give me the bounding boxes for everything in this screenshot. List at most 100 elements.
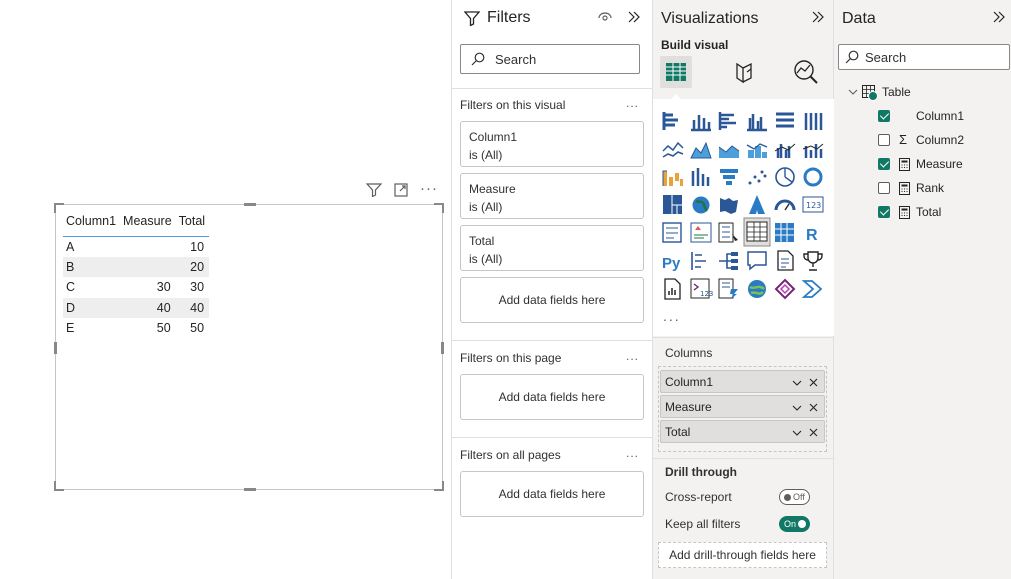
chevron-down-icon[interactable] bbox=[792, 376, 802, 390]
column-field-pill[interactable]: Total bbox=[660, 420, 825, 443]
field-checkbox[interactable] bbox=[878, 158, 890, 170]
collapse-pane-icon[interactable] bbox=[627, 10, 641, 27]
filter-icon[interactable] bbox=[365, 183, 383, 200]
qna-icon[interactable] bbox=[747, 251, 767, 271]
collapse-pane-icon[interactable] bbox=[992, 10, 1006, 27]
power-automate-visual-icon[interactable] bbox=[801, 280, 823, 298]
card-icon[interactable]: 123 bbox=[802, 196, 824, 213]
column-field-pill[interactable]: Measure bbox=[660, 395, 825, 418]
line-and-clustered-column-icon[interactable] bbox=[774, 143, 796, 158]
more-options-icon[interactable]: ... bbox=[626, 96, 639, 110]
table-icon-selected[interactable] bbox=[743, 217, 771, 247]
resize-handle-br[interactable] bbox=[434, 481, 444, 491]
keep-all-filters-toggle[interactable]: On bbox=[779, 516, 810, 532]
remove-field-icon[interactable] bbox=[809, 426, 818, 440]
goals-icon[interactable] bbox=[803, 251, 823, 271]
funnel-column-icon[interactable] bbox=[691, 168, 710, 186]
focus-mode-icon[interactable] bbox=[394, 183, 408, 200]
100-stacked-bar-chart-icon[interactable] bbox=[776, 112, 794, 128]
field-checkbox[interactable] bbox=[878, 134, 890, 146]
format-visual-icon[interactable] bbox=[731, 60, 757, 87]
chevron-down-icon[interactable] bbox=[792, 426, 802, 440]
stacked-bar-chart-icon[interactable] bbox=[662, 112, 678, 130]
table-row[interactable]: A 10 bbox=[63, 236, 209, 257]
filled-map-icon[interactable] bbox=[720, 198, 738, 214]
clustered-bar-chart-icon[interactable] bbox=[718, 112, 736, 130]
add-data-fields-page[interactable]: Add data fields here bbox=[460, 374, 644, 420]
waterfall-chart-icon[interactable] bbox=[662, 170, 683, 186]
multi-row-card-icon[interactable] bbox=[662, 222, 682, 243]
more-options-icon[interactable]: ... bbox=[626, 349, 639, 363]
donut-chart-icon[interactable] bbox=[803, 167, 823, 187]
key-influencers-icon[interactable] bbox=[691, 252, 706, 270]
resize-handle-tr[interactable] bbox=[434, 203, 444, 213]
field-item-column2[interactable]: Σ Column2 bbox=[878, 132, 1008, 149]
area-chart-icon[interactable] bbox=[690, 141, 712, 159]
power-automate-icon[interactable] bbox=[718, 278, 738, 299]
arcgis-map-icon[interactable] bbox=[748, 280, 766, 298]
eye-icon[interactable] bbox=[598, 11, 612, 26]
filter-card-total[interactable]: Total is (All) bbox=[460, 225, 644, 271]
resize-handle-bl[interactable] bbox=[54, 481, 64, 491]
ribbon-chart-icon[interactable] bbox=[802, 143, 824, 158]
add-data-fields-visual[interactable]: Add data fields here bbox=[460, 277, 644, 323]
pie-chart-icon[interactable] bbox=[775, 167, 795, 187]
resize-handle-right[interactable] bbox=[441, 342, 444, 354]
filter-card-measure[interactable]: Measure is (All) bbox=[460, 173, 644, 219]
column-header[interactable]: Column1 bbox=[63, 212, 121, 237]
r-visual-icon[interactable]: R bbox=[806, 227, 818, 244]
column-header[interactable]: Total bbox=[175, 212, 210, 237]
resize-handle-top[interactable] bbox=[244, 203, 256, 206]
field-item-total[interactable]: Total bbox=[878, 205, 1008, 221]
power-apps-icon[interactable]: 123 bbox=[690, 278, 713, 299]
remove-field-icon[interactable] bbox=[809, 376, 818, 390]
slicer-icon[interactable] bbox=[718, 222, 738, 243]
report-canvas[interactable]: ··· Column1 Measure Total A 10 B 20 C 30… bbox=[0, 0, 452, 579]
more-options-icon[interactable]: ··· bbox=[420, 181, 438, 200]
data-search-input[interactable]: Search bbox=[838, 44, 1010, 70]
field-item-column1[interactable]: Column1 bbox=[878, 109, 1008, 125]
map-icon[interactable] bbox=[692, 196, 710, 214]
table-visual[interactable]: Column1 Measure Total A 10 B 20 C 30 30 … bbox=[54, 203, 444, 491]
scatter-chart-icon[interactable] bbox=[748, 170, 767, 185]
analytics-icon[interactable] bbox=[793, 59, 819, 88]
treemap-icon[interactable] bbox=[663, 195, 682, 214]
add-data-fields-all[interactable]: Add data fields here bbox=[460, 471, 644, 517]
decomposition-tree-icon[interactable] bbox=[719, 252, 738, 270]
add-drill-through-fields[interactable]: Add drill-through fields here bbox=[658, 542, 827, 568]
table-row[interactable]: B 20 bbox=[63, 256, 210, 277]
field-checkbox[interactable] bbox=[878, 110, 890, 122]
matrix-icon[interactable] bbox=[775, 223, 794, 242]
chevron-down-icon[interactable] bbox=[792, 401, 802, 415]
resize-handle-bottom[interactable] bbox=[244, 488, 256, 491]
smart-narrative-icon[interactable] bbox=[777, 250, 794, 271]
build-visual-tab[interactable] bbox=[660, 56, 692, 88]
filter-card-column1[interactable]: Column1 is (All) bbox=[460, 121, 644, 167]
power-apps-visual-icon[interactable] bbox=[774, 278, 796, 300]
kpi-icon[interactable] bbox=[690, 222, 712, 243]
column-header[interactable]: Measure bbox=[120, 212, 176, 237]
stacked-column-chart-icon[interactable] bbox=[691, 115, 711, 132]
table-row[interactable]: D 40 40 bbox=[63, 297, 210, 318]
paginated-report-icon[interactable] bbox=[664, 278, 681, 300]
funnel-chart-icon[interactable] bbox=[720, 169, 738, 185]
filters-search-input[interactable]: Search bbox=[460, 44, 640, 74]
line-and-stacked-column-icon[interactable] bbox=[746, 143, 768, 158]
table-node[interactable]: Table bbox=[848, 85, 911, 101]
collapse-pane-icon[interactable] bbox=[811, 10, 825, 27]
100-stacked-column-chart-icon[interactable] bbox=[804, 113, 823, 130]
table-row[interactable]: C 30 30 bbox=[63, 277, 209, 298]
remove-field-icon[interactable] bbox=[809, 401, 818, 415]
more-options-icon[interactable]: ... bbox=[626, 446, 639, 460]
field-checkbox[interactable] bbox=[878, 182, 890, 194]
clustered-column-chart-icon[interactable] bbox=[747, 114, 767, 132]
resize-handle-left[interactable] bbox=[54, 342, 57, 354]
python-visual-icon[interactable]: Py bbox=[662, 255, 681, 272]
gauge-icon[interactable] bbox=[774, 199, 796, 211]
column-field-pill[interactable]: Column1 bbox=[660, 370, 825, 393]
field-checkbox[interactable] bbox=[878, 206, 890, 218]
azure-map-icon[interactable] bbox=[749, 195, 765, 214]
more-visuals-icon[interactable]: ... bbox=[663, 308, 681, 324]
line-chart-icon[interactable] bbox=[662, 141, 684, 158]
field-item-measure[interactable]: Measure bbox=[878, 157, 1008, 173]
